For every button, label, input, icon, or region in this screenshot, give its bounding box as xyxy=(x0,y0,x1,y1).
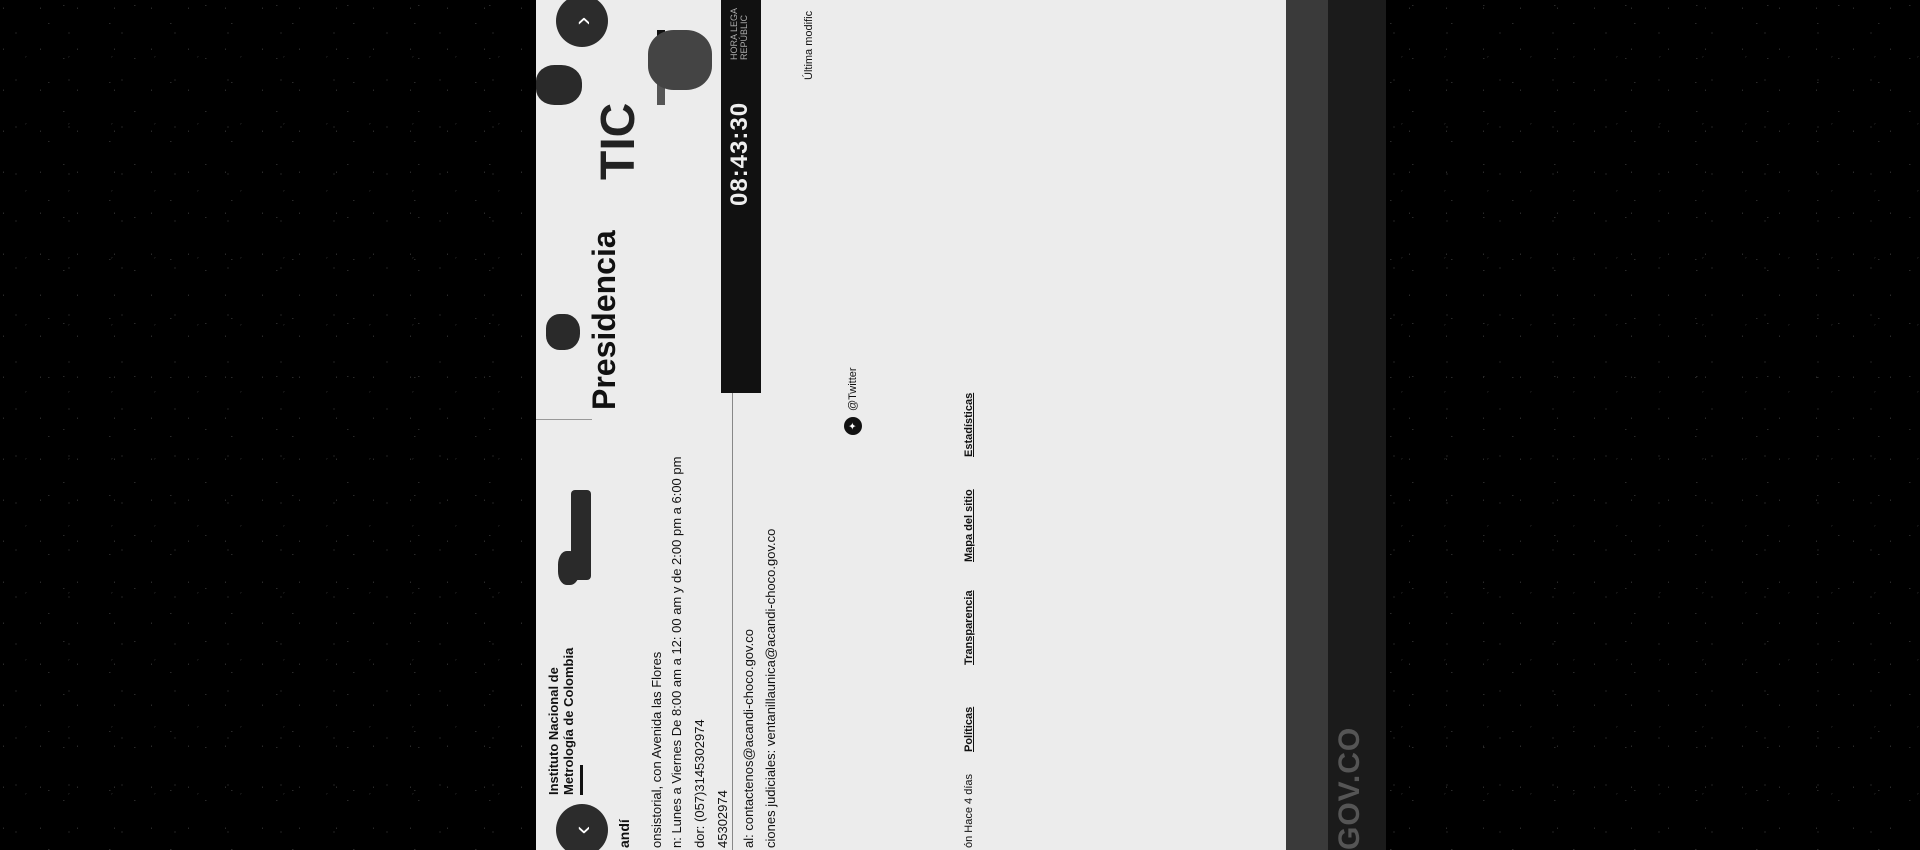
carousel-next-button[interactable]: › xyxy=(556,0,608,47)
chevron-left-icon: ‹ xyxy=(566,825,597,835)
inm-logo[interactable]: Instituto Nacional de Metrología de Colo… xyxy=(546,625,606,795)
footer-main xyxy=(733,0,1286,850)
inm-wordmark-icon xyxy=(571,490,591,580)
govco-logo[interactable]: GOV.CO xyxy=(1333,727,1367,850)
presidencia-logo[interactable]: Presidencia xyxy=(586,230,646,410)
footer-judicial-email[interactable]: ciones judiciales: ventanillaunica@acand… xyxy=(763,529,778,848)
clock-label-line-2: REPÚBLIC xyxy=(739,14,749,60)
footer-dark-band xyxy=(1286,0,1328,850)
footer-title: andí xyxy=(616,819,632,848)
inm-underline xyxy=(580,765,583,795)
chevron-right-icon: › xyxy=(566,16,597,26)
twitter-link[interactable]: ✦ @Twitter xyxy=(844,367,862,435)
clock-label: HORA LEGA REPÚBLIC xyxy=(729,8,749,60)
link-estadisticas[interactable]: Estadísticas xyxy=(963,393,975,457)
footer-email[interactable]: al: contactenos@acandi-choco.gov.co xyxy=(741,629,756,848)
twitter-icon: ✦ xyxy=(844,417,862,435)
updated-info: ón Hace 4 días xyxy=(963,774,975,848)
mintic-logo[interactable]: TIC xyxy=(591,70,651,180)
inm-clock-logo-icon xyxy=(733,310,753,370)
rotated-page: ‹ Instituto Nacional de Metrología de Co… xyxy=(536,0,1386,850)
twitter-label: @Twitter xyxy=(847,367,859,411)
clock-label-line-1: HORA LEGA xyxy=(729,7,739,60)
footer-phone: dor: (057)3145302974 xyxy=(692,719,707,848)
escudo-icon xyxy=(648,30,712,90)
rotated-content: ‹ Instituto Nacional de Metrología de Co… xyxy=(536,0,1386,850)
govco-band xyxy=(1328,0,1386,850)
clock-time: 08:43:30 xyxy=(726,101,753,206)
presidencia-shield-icon xyxy=(546,314,580,350)
mintic-shield-icon xyxy=(536,65,582,105)
logo-separator xyxy=(536,419,592,420)
link-mapa-sitio[interactable]: Mapa del sitio xyxy=(963,489,975,562)
link-politicas[interactable]: Políticas xyxy=(963,707,975,752)
footer-hours: n: Lunes a Viernes De 8:00 am a 12: 00 a… xyxy=(669,456,684,848)
last-modified: Última modific xyxy=(803,10,815,80)
footer-address: onsistorial, con Avenida las Flores xyxy=(649,651,664,848)
carousel-prev-button[interactable]: ‹ xyxy=(556,804,608,850)
footer-phone2: 45302974 xyxy=(715,790,730,848)
inm-name: Instituto Nacional de Metrología de Colo… xyxy=(546,647,576,795)
link-transparencia[interactable]: Transparencia xyxy=(963,590,975,665)
